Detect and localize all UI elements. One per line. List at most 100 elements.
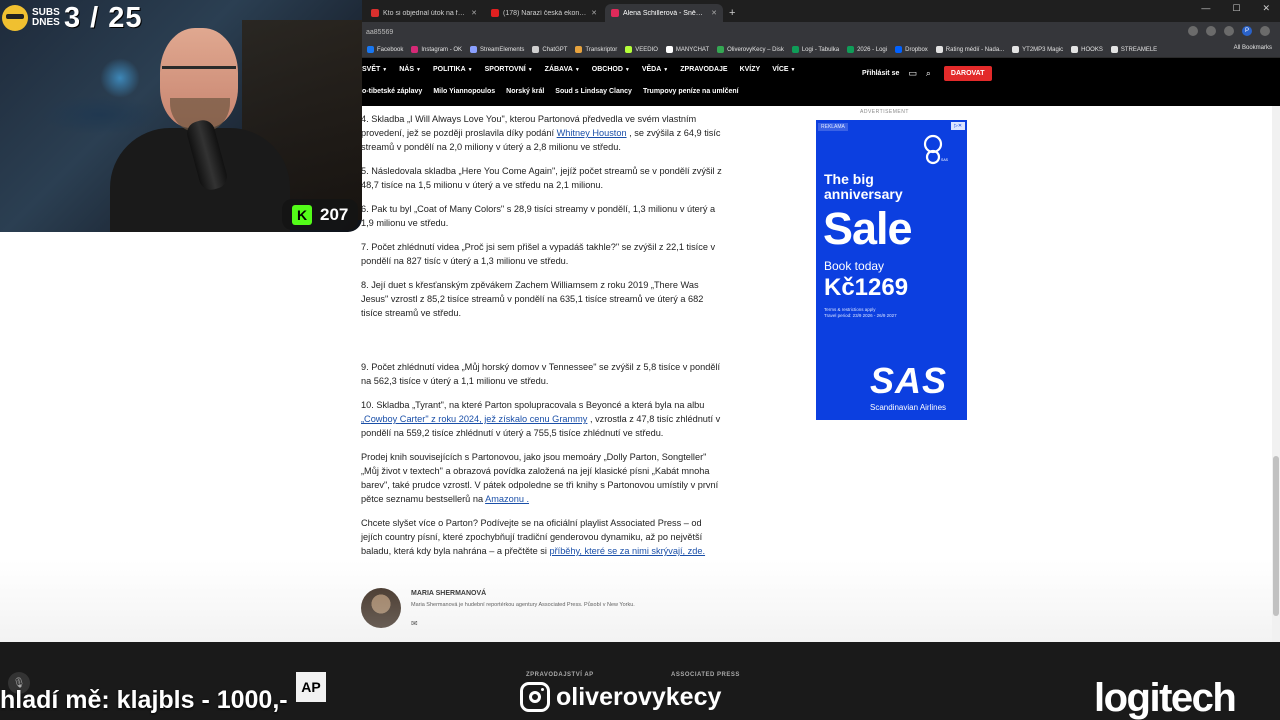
- logitech-logo: logitech: [1094, 676, 1237, 720]
- nav-item[interactable]: ZPRAVODAJE: [680, 66, 727, 73]
- streamelements-icon: [470, 46, 478, 53]
- menu-icon[interactable]: [1260, 26, 1270, 36]
- article-paragraph: Prodej knih souvisejících s Partonovou, …: [361, 452, 719, 504]
- extensions-icon[interactable]: [1206, 26, 1216, 36]
- author-card: MARIA SHERMANOVÁ Maria Shermanová je hud…: [361, 588, 661, 630]
- donate-button[interactable]: DAROVAT: [943, 66, 992, 81]
- sidebar-icon[interactable]: [1224, 26, 1234, 36]
- folder-icon: [1110, 46, 1118, 53]
- nav-item[interactable]: ZÁBAVA ▼: [545, 66, 580, 73]
- tab-label: Kto si objednal útok na fabriku: [383, 9, 467, 17]
- maximize-icon[interactable]: ☐: [1232, 3, 1240, 14]
- all-bookmarks-button[interactable]: All Bookmarks: [1234, 45, 1272, 51]
- chevron-down-icon: ▼: [382, 67, 388, 73]
- kick-viewers-badge: K 207: [282, 199, 358, 230]
- facebook-icon: [367, 46, 374, 53]
- ad-close-icon[interactable]: ▷✕: [951, 122, 965, 130]
- profile-avatar-icon[interactable]: P: [1242, 26, 1252, 36]
- bookmark-item[interactable]: Logi - Tabulka: [791, 46, 839, 53]
- nav-item[interactable]: KVÍZY: [740, 66, 761, 73]
- minimize-icon[interactable]: —: [1201, 3, 1210, 14]
- chevron-down-icon: ▼: [416, 67, 421, 73]
- close-icon[interactable]: ✕: [471, 9, 477, 17]
- article-link[interactable]: Amazonu .: [485, 494, 529, 504]
- nav-item[interactable]: SVĚT ▼: [362, 66, 387, 73]
- kick-viewer-count: 207: [320, 204, 349, 224]
- screen: Kto si objednal útok na fabriku ✕ (178) …: [0, 0, 1280, 720]
- instagram-handle: oliverovykecy: [556, 682, 722, 711]
- nav-item[interactable]: POLITIKA ▼: [433, 66, 473, 73]
- chatgpt-icon: [532, 46, 540, 53]
- kick-logo-icon: K: [292, 204, 312, 225]
- google-drive-icon: [717, 46, 725, 53]
- window-controls: — ☐ ✕: [1201, 3, 1270, 14]
- chevron-down-icon: ▼: [574, 67, 580, 73]
- article-paragraph: 10. Skladba „Tyrant", na které Parton sp…: [361, 400, 721, 438]
- nav-item[interactable]: VĚDA ▼: [642, 66, 668, 73]
- bookmark-item[interactable]: OliverovyKecy – Disk: [717, 46, 784, 53]
- bookmark-item[interactable]: VEEDIO: [625, 46, 658, 53]
- bookmark-item[interactable]: MANYCHAT: [665, 46, 709, 53]
- subs-count: 3 / 25: [64, 1, 143, 34]
- bookmark-item[interactable]: StreamElements: [470, 46, 524, 53]
- tab-favicon-icon: [371, 9, 379, 17]
- chevron-down-icon: ▼: [527, 67, 533, 73]
- nav-item[interactable]: NÁS ▼: [399, 66, 421, 73]
- trending-link[interactable]: Soud s Lindsay Clancy: [555, 88, 632, 95]
- trending-link[interactable]: o-tibetské záplavy: [362, 88, 422, 95]
- close-window-icon[interactable]: ✕: [1262, 3, 1270, 14]
- nav-item[interactable]: OBCHOD ▼: [592, 66, 630, 73]
- trending-link[interactable]: Norský král: [506, 88, 544, 95]
- sas-advertisement[interactable]: REKLAMA ▷✕ SAS The big anniversary Sale B…: [816, 120, 967, 420]
- bookmark-item[interactable]: 2026 - Logi: [847, 46, 887, 53]
- scrollbar-thumb[interactable]: [1273, 456, 1279, 616]
- browser-tab[interactable]: Kto si objednal útok na fabriku ✕: [365, 4, 483, 22]
- chat-icon[interactable]: ▭: [908, 68, 917, 79]
- glasses: [162, 66, 236, 80]
- bookmark-item[interactable]: ChatGPT: [532, 46, 567, 53]
- close-icon[interactable]: ✕: [591, 9, 597, 17]
- new-tab-button[interactable]: +: [725, 4, 739, 22]
- instagram-overlay: oliverovykecy: [520, 682, 721, 712]
- article-paragraph: Chcete slyšet více o Parton? Podívejte s…: [361, 518, 706, 556]
- browser-tab-active[interactable]: Alena Schillerová - Sněmovna ✕: [605, 4, 723, 22]
- close-icon[interactable]: ✕: [711, 9, 717, 17]
- instagram-icon: [520, 682, 550, 712]
- bookmark-item[interactable]: Instagram - OK: [411, 46, 462, 53]
- search-icon[interactable]: ⌕: [926, 68, 931, 79]
- bookmark-item[interactable]: HOOKS: [1071, 46, 1103, 53]
- article-paragraph: 9. Počet zhlédnutí videa „Můj horský dom…: [361, 362, 721, 386]
- bookmark-item[interactable]: STREAMELE: [1110, 46, 1157, 53]
- article-link[interactable]: Whitney Houston: [557, 128, 627, 138]
- main-nav: SVĚT ▼ NÁS ▼ POLITIKA ▼ SPORTOVNÍ ▼ ZÁBAVA ▼ …: [362, 66, 796, 73]
- ad-headline: The big anniversary: [824, 171, 903, 202]
- author-name[interactable]: MARIA SHERMANOVÁ: [411, 590, 486, 597]
- sas-brand-name: Scandinavian Airlines: [870, 403, 947, 412]
- footer-heading: ZPRAVODAJSTVÍ AP: [526, 672, 594, 678]
- bookmark-item[interactable]: YT2MP3 Magic: [1012, 46, 1063, 53]
- bookmark-item[interactable]: Dropbox: [895, 46, 928, 53]
- bookmark-item[interactable]: Facebook: [367, 46, 403, 53]
- bookmark-item[interactable]: Rating médií - Nada...: [935, 46, 1004, 53]
- nav-item[interactable]: SPORTOVNÍ ▼: [485, 66, 533, 73]
- ad-terms: Terms & restrictions apply Travel period:…: [824, 307, 897, 318]
- ad-spacer: [361, 330, 723, 360]
- article-link[interactable]: „Cowboy Carter" z roku 2024, jež získalo…: [361, 414, 587, 424]
- page-scrollbar[interactable]: [1272, 106, 1280, 642]
- browser-tab[interactable]: (178) Narazí česká ekonomika ✕: [485, 4, 603, 22]
- bookmark-item[interactable]: Transkriptor: [575, 46, 617, 53]
- trending-link[interactable]: Trumpovy peníze na umlčení: [643, 88, 739, 95]
- trending-link[interactable]: Milo Yiannopoulos: [433, 88, 495, 95]
- article-link[interactable]: příběhy, které se za nimi skrývají, zde.: [549, 546, 705, 556]
- url-text[interactable]: aa85569: [366, 29, 393, 36]
- bookmark-star-icon[interactable]: [1188, 26, 1198, 36]
- login-link[interactable]: Přihlásit se: [862, 70, 899, 77]
- mail-icon[interactable]: ✉: [411, 619, 418, 628]
- chevron-down-icon: ▼: [790, 67, 796, 73]
- author-avatar[interactable]: [361, 588, 401, 628]
- folder-icon: [1012, 46, 1020, 53]
- dropbox-icon: [895, 46, 903, 53]
- donation-ticker: hladí mě: klajbls - 1000,-: [0, 686, 288, 714]
- nav-item[interactable]: VÍCE ▼: [772, 66, 795, 73]
- ap-logo[interactable]: AP: [296, 672, 326, 702]
